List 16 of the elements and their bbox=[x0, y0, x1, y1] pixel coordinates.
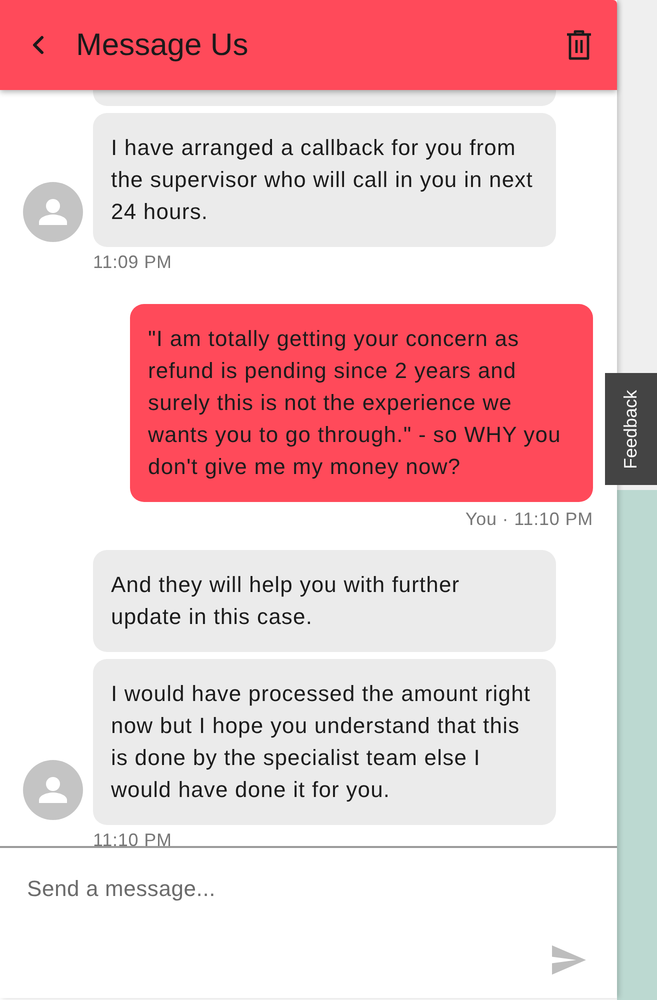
message-input[interactable]: Send a message... bbox=[0, 848, 617, 998]
message-bubble: I have arranged a callback for you from the supervisor who will call in you in next 24 hours. bbox=[93, 113, 556, 247]
back-chevron-icon bbox=[31, 35, 45, 55]
message-timestamp: You · 11:10 PM bbox=[465, 509, 593, 529]
message-bubble: I would have processed the amount right now but I hope you understand that this is done by the specialist team else I would have done it for you. bbox=[93, 659, 556, 825]
feedback-tab[interactable]: Feedback bbox=[605, 373, 657, 485]
send-icon bbox=[552, 945, 586, 975]
message-timestamp: 11:09 PM bbox=[93, 252, 172, 272]
avatar-icon bbox=[23, 182, 83, 242]
message-bubble: "I am totally getting your concern as refund is pending since 2 years and surely this is not the experience we wants you to go through." - so WHY you don't give me my money now? bbox=[130, 304, 593, 502]
delete-button[interactable] bbox=[565, 29, 593, 61]
header-title: Message Us bbox=[76, 27, 248, 63]
message-timestamp: 11:10 PM bbox=[93, 830, 172, 846]
avatar-icon bbox=[23, 760, 83, 820]
trash-icon bbox=[566, 30, 592, 60]
message-bubble: And they will help you with further update in this case. bbox=[93, 550, 556, 652]
